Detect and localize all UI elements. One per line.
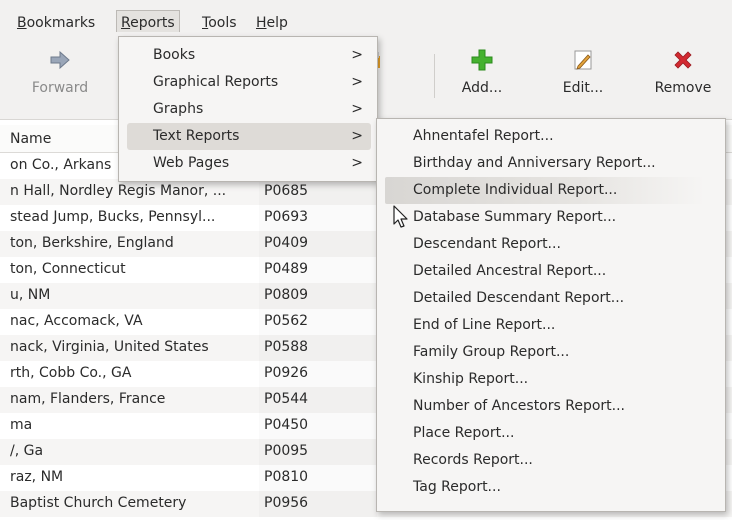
menu-tools[interactable]: Tools bbox=[202, 14, 237, 32]
place-id-cell: P0926 bbox=[264, 365, 309, 381]
place-name-cell: nam, Flanders, France bbox=[10, 391, 166, 407]
submenu-item-label: Database Summary Report... bbox=[413, 209, 617, 225]
place-id-cell: P0956 bbox=[264, 495, 309, 511]
submenu-item-label: Birthday and Anniversary Report... bbox=[413, 155, 656, 171]
forward-button[interactable]: Forward bbox=[15, 32, 105, 120]
submenu-item-birthday-anniversary-report[interactable]: Birthday and Anniversary Report... bbox=[377, 150, 725, 177]
place-id-cell: P0685 bbox=[264, 183, 309, 199]
column-header-name[interactable]: Name bbox=[10, 131, 51, 147]
submenu-item-detailed-descendant-report[interactable]: Detailed Descendant Report... bbox=[377, 285, 725, 312]
pencil-edit-icon bbox=[574, 50, 592, 70]
add-button[interactable]: Add... bbox=[437, 32, 527, 120]
place-id-cell: P0809 bbox=[264, 287, 309, 303]
menu-item-graphical-reports[interactable]: Graphical Reports > bbox=[119, 69, 377, 96]
place-name-cell: nac, Accomack, VA bbox=[10, 313, 143, 329]
menu-help[interactable]: Help bbox=[256, 14, 288, 32]
submenu-item-label: End of Line Report... bbox=[413, 317, 556, 333]
menu-item-graphs[interactable]: Graphs > bbox=[119, 96, 377, 123]
place-name-cell: ton, Berkshire, England bbox=[10, 235, 174, 251]
menu-item-books[interactable]: Books > bbox=[119, 42, 377, 69]
edit-label: Edit... bbox=[562, 80, 604, 96]
menu-bookmarks[interactable]: Bookmarks bbox=[17, 14, 95, 32]
place-id-cell: P0562 bbox=[264, 313, 309, 329]
menu-item-text-reports[interactable]: Text Reports > bbox=[127, 123, 371, 150]
submenu-item-label: Detailed Ancestral Report... bbox=[413, 263, 607, 279]
place-name-cell: rth, Cobb Co., GA bbox=[10, 365, 132, 381]
place-id-cell: P0409 bbox=[264, 235, 309, 251]
place-id-cell: P0489 bbox=[264, 261, 309, 277]
submenu-item-label: Descendant Report... bbox=[413, 236, 561, 252]
forward-label: Forward bbox=[31, 80, 89, 96]
submenu-item-number-of-ancestors-report[interactable]: Number of Ancestors Report... bbox=[377, 393, 725, 420]
submenu-item-label: Number of Ancestors Report... bbox=[413, 398, 626, 414]
submenu-item-label: Place Report... bbox=[413, 425, 515, 441]
submenu-item-tag-report[interactable]: Tag Report... bbox=[377, 474, 725, 501]
place-name-cell: ma bbox=[10, 417, 33, 433]
place-name-cell: n Hall, Nordley Regis Manor, ... bbox=[10, 183, 227, 199]
submenu-item-label: Tag Report... bbox=[413, 479, 501, 495]
submenu-item-label: Detailed Descendant Report... bbox=[413, 290, 625, 306]
submenu-item-place-report[interactable]: Place Report... bbox=[377, 420, 725, 447]
submenu-item-complete-individual-report[interactable]: Complete Individual Report... bbox=[385, 177, 705, 204]
submenu-item-label: Ahnentafel Report... bbox=[413, 128, 554, 144]
reports-menu: Books > Graphical Reports > Graphs > Text R… bbox=[118, 36, 378, 182]
place-id-cell: P0810 bbox=[264, 469, 309, 485]
submenu-item-label: Records Report... bbox=[413, 452, 533, 468]
submenu-item-kinship-report[interactable]: Kinship Report... bbox=[377, 366, 725, 393]
place-id-cell: P0095 bbox=[264, 443, 309, 459]
place-name-cell: Baptist Church Cemetery bbox=[10, 495, 187, 511]
plus-icon bbox=[471, 49, 493, 71]
place-id-cell: P0588 bbox=[264, 339, 309, 355]
place-id-cell: P0450 bbox=[264, 417, 309, 433]
place-name-cell: stead Jump, Bucks, Pennsyl... bbox=[10, 209, 216, 225]
menu-reports[interactable]: Reports bbox=[116, 10, 180, 34]
submenu-item-label: Kinship Report... bbox=[413, 371, 529, 387]
submenu-item-label: Complete Individual Report... bbox=[413, 182, 618, 198]
forward-arrow-icon bbox=[50, 50, 70, 70]
place-id-cell: P0544 bbox=[264, 391, 309, 407]
edit-button[interactable]: Edit... bbox=[538, 32, 628, 120]
toolbar-separator bbox=[434, 54, 435, 98]
place-name-cell: u, NM bbox=[10, 287, 51, 303]
mouse-pointer-icon bbox=[393, 205, 408, 228]
submenu-item-end-of-line-report[interactable]: End of Line Report... bbox=[377, 312, 725, 339]
submenu-item-label: Family Group Report... bbox=[413, 344, 570, 360]
submenu-item-database-summary-report[interactable]: Database Summary Report... bbox=[377, 204, 725, 231]
add-label: Add... bbox=[461, 80, 503, 96]
text-reports-submenu: Ahnentafel Report... Birthday and Anniver… bbox=[376, 118, 726, 512]
submenu-item-records-report[interactable]: Records Report... bbox=[377, 447, 725, 474]
place-name-cell: raz, NM bbox=[10, 469, 64, 485]
remove-button[interactable]: Remove bbox=[638, 32, 728, 120]
submenu-item-detailed-ancestral-report[interactable]: Detailed Ancestral Report... bbox=[377, 258, 725, 285]
submenu-item-ahnentafel-report[interactable]: Ahnentafel Report... bbox=[377, 123, 725, 150]
menu-item-web-pages[interactable]: Web Pages > bbox=[119, 150, 377, 177]
place-name-cell: nack, Virginia, United States bbox=[10, 339, 209, 355]
place-name-cell: /, Ga bbox=[10, 443, 44, 459]
place-id-cell: P0693 bbox=[264, 209, 309, 225]
submenu-item-family-group-report[interactable]: Family Group Report... bbox=[377, 339, 725, 366]
remove-x-icon bbox=[674, 51, 692, 69]
submenu-item-descendant-report[interactable]: Descendant Report... bbox=[377, 231, 725, 258]
menubar: Bookmarks Reports Tools Help bbox=[0, 0, 732, 34]
remove-label: Remove bbox=[654, 80, 712, 96]
place-name-cell: ton, Connecticut bbox=[10, 261, 126, 277]
